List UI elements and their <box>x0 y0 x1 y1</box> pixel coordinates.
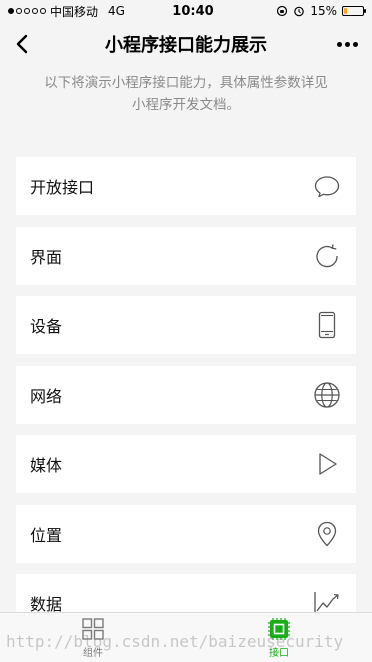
rotation-lock-icon <box>277 5 288 17</box>
page-title: 小程序接口能力展示 <box>105 35 267 56</box>
refresh-icon <box>312 241 342 271</box>
chip-icon <box>266 616 292 642</box>
list-item-interface[interactable]: 界面 <box>16 226 356 285</box>
more-dot-icon <box>344 41 350 47</box>
location-pin-icon <box>312 519 342 549</box>
tab-components[interactable]: 组件 <box>0 613 186 662</box>
network-type: 4G <box>108 4 125 18</box>
navigation-bar: 小程序接口能力展示 <box>0 22 372 66</box>
battery-icon <box>342 6 366 16</box>
more-dot-icon <box>352 41 358 47</box>
more-options-button[interactable] <box>332 30 362 58</box>
api-category-list: 开放接口 界面 设备 网络 媒体 位置 数据 <box>16 157 356 644</box>
list-item-location[interactable]: 位置 <box>16 504 356 563</box>
list-item-open-api[interactable]: 开放接口 <box>16 157 356 215</box>
status-left: 中国移动 4G <box>8 3 148 20</box>
chat-bubble-icon <box>312 171 342 201</box>
battery-percent: 15% <box>310 4 337 18</box>
signal-strength-icon <box>8 8 46 14</box>
list-item-label: 网络 <box>30 386 63 406</box>
tab-label: 接口 <box>269 648 289 659</box>
battery-fill <box>344 8 347 14</box>
description-line-1: 以下将演示小程序接口能力，具体属性参数详见 <box>44 75 328 91</box>
list-item-label: 开放接口 <box>30 178 95 197</box>
alarm-icon <box>294 6 305 17</box>
list-item-device[interactable]: 设备 <box>16 296 356 354</box>
list-item-media[interactable]: 媒体 <box>16 435 356 493</box>
grid-icon <box>80 616 106 642</box>
globe-icon <box>312 380 342 410</box>
status-time: 10:40 <box>172 3 214 19</box>
phone-icon <box>312 310 342 340</box>
carrier-name: 中国移动 <box>50 4 99 19</box>
status-bar: 中国移动 4G 10:40 15% <box>0 0 372 22</box>
list-item-label: 界面 <box>30 247 63 267</box>
status-right: 15% <box>244 4 366 18</box>
play-icon <box>312 449 342 479</box>
tab-api[interactable]: 接口 <box>186 613 372 662</box>
list-item-network[interactable]: 网络 <box>16 365 356 424</box>
list-item-label: 媒体 <box>30 456 63 475</box>
more-dot-icon <box>336 41 342 47</box>
description-line-2: 小程序开发文档。 <box>132 97 240 113</box>
tab-label: 组件 <box>83 648 103 659</box>
list-item-label: 设备 <box>30 317 63 336</box>
back-button[interactable] <box>8 30 36 58</box>
chevron-left-icon <box>16 34 28 54</box>
list-item-label: 位置 <box>30 525 63 545</box>
page-description: 以下将演示小程序接口能力，具体属性参数详见 小程序开发文档。 <box>30 72 342 116</box>
tab-bar: 组件 接口 <box>0 612 372 662</box>
